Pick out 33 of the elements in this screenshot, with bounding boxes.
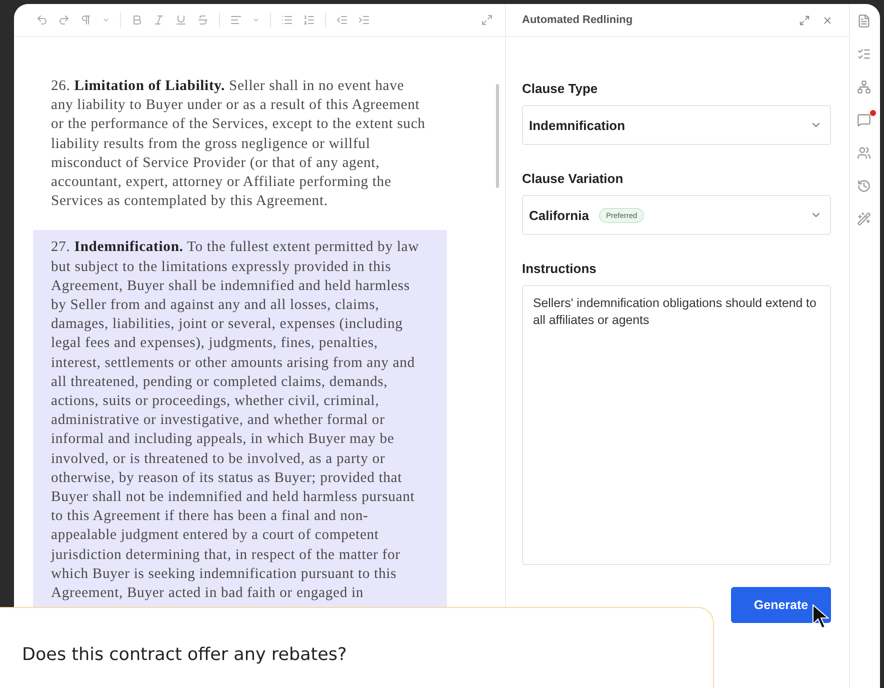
clause-type-select[interactable]: Indemnification bbox=[522, 105, 831, 145]
instructions-field[interactable]: Sellers' indemnification obligations should extend to all affiliates or agents bbox=[522, 285, 831, 565]
pointer-cursor-icon bbox=[812, 604, 830, 630]
indent-icon[interactable] bbox=[358, 14, 370, 26]
people-icon[interactable] bbox=[857, 146, 873, 162]
strikethrough-icon[interactable] bbox=[197, 14, 209, 26]
scrollbar[interactable] bbox=[496, 84, 499, 188]
close-icon[interactable] bbox=[822, 14, 833, 26]
caret-icon[interactable] bbox=[252, 16, 260, 24]
outdent-icon[interactable] bbox=[336, 14, 348, 26]
underline-icon[interactable] bbox=[175, 14, 187, 26]
redo-icon[interactable] bbox=[58, 14, 70, 26]
align-left-icon[interactable] bbox=[230, 14, 242, 26]
panel-title: Automated Redlining bbox=[522, 14, 634, 26]
tree-icon[interactable] bbox=[857, 80, 873, 96]
paragraph-icon[interactable] bbox=[80, 14, 92, 26]
clause-text: 26. Limitation of Liability. Seller shall in no event have any liability to Buyer under or as a result of this Agreement or the performance of the Services, except to the extent such liability results from the gross negligence or willful misconduct of Service Provider (or that of any agent, accountant, expert, attorney or Affiliate performing the Services as contemplated by this Agreement. bbox=[50, 77, 426, 212]
italic-icon[interactable] bbox=[153, 14, 165, 26]
field-label: Clause Variation bbox=[522, 171, 624, 186]
expand-icon[interactable] bbox=[481, 14, 493, 26]
chat-box[interactable]: Does this contract offer any rebates? bbox=[0, 607, 714, 688]
bold-icon[interactable] bbox=[131, 14, 143, 26]
generate-button[interactable]: Generate bbox=[731, 587, 831, 623]
comment-icon[interactable] bbox=[857, 113, 873, 129]
undo-icon[interactable] bbox=[36, 14, 48, 26]
numbered-list-icon[interactable] bbox=[303, 14, 315, 26]
caret-icon[interactable] bbox=[102, 16, 110, 24]
history-icon[interactable] bbox=[857, 179, 873, 195]
field-label: Clause Type bbox=[522, 81, 599, 96]
field-label: Instructions bbox=[522, 261, 598, 276]
expand-icon[interactable] bbox=[799, 14, 810, 26]
wand-icon[interactable] bbox=[857, 212, 873, 228]
chat-question: Does this contract offer any rebates? bbox=[22, 645, 347, 665]
